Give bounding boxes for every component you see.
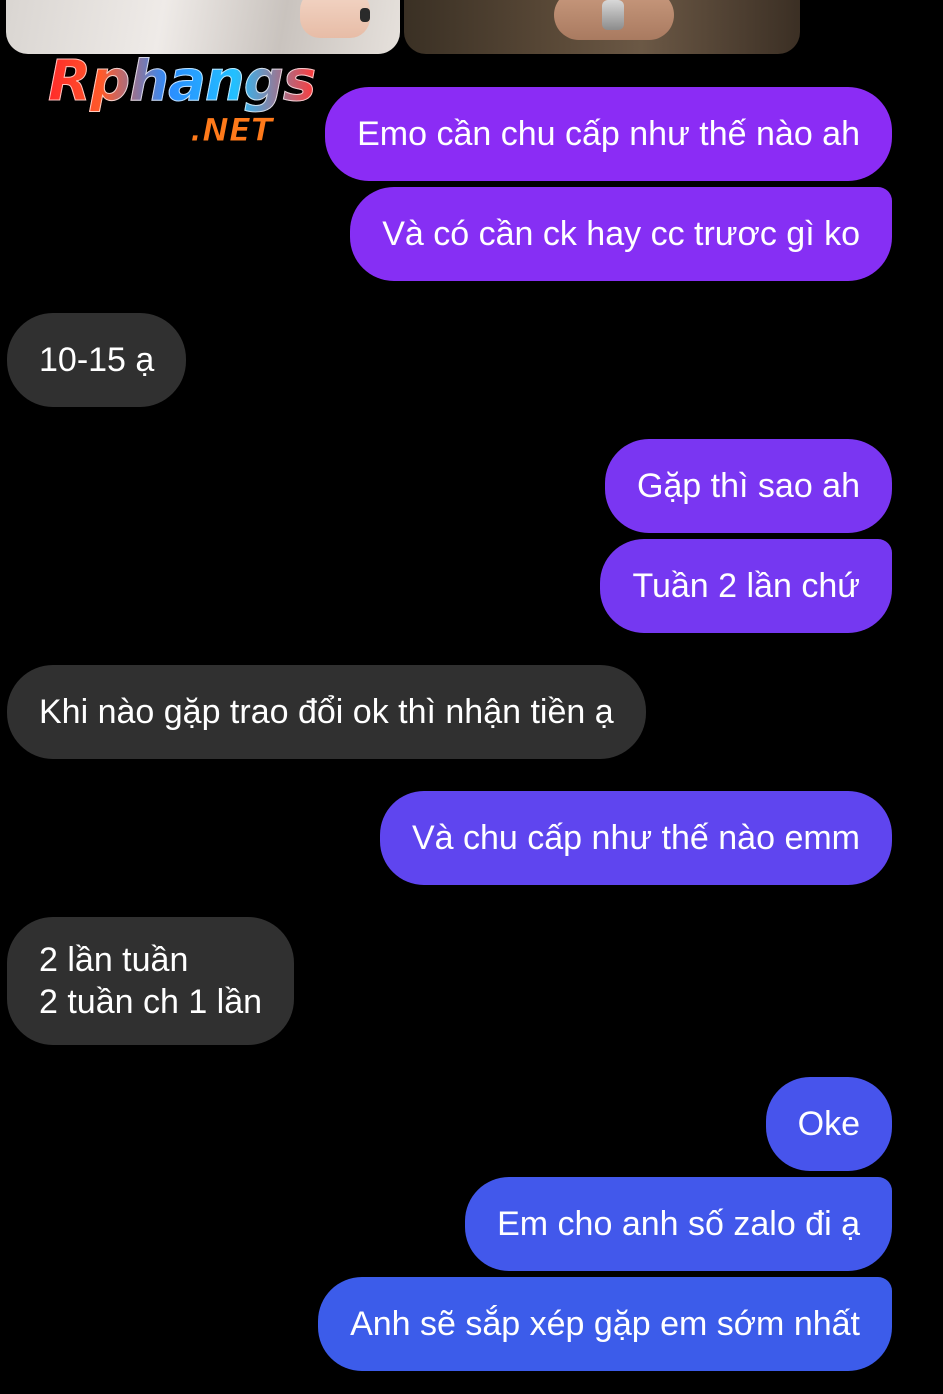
watermark-brand: Rphangs	[47, 49, 316, 114]
message-text: 10-15 ạ	[39, 341, 155, 379]
message-text-line: 2 lần tuần	[39, 941, 189, 979]
message-text: Khi nào gặp trao đổi ok thì nhận tiền ạ	[39, 693, 614, 731]
message-bubble-outgoing[interactable]: Em cho anh số zalo đi ạ	[465, 1177, 892, 1271]
message-bubble-outgoing[interactable]: Và có cần ck hay cc trươc gì ko	[350, 187, 892, 281]
message-bubble-outgoing[interactable]: Và chu cấp như thế nào emm	[379, 791, 892, 885]
message-text-line: 2 tuần ch 1 lần	[39, 983, 263, 1021]
watermark-logo: Rphangs .NET	[47, 49, 338, 152]
message-bubble-outgoing[interactable]: Emo cần chu cấp như thế nào ah	[325, 87, 892, 181]
watch-icon	[602, 0, 624, 30]
message-text: Oke	[797, 1105, 860, 1143]
watermark-suffix: .NET	[190, 111, 274, 149]
message-text: Em cho anh số zalo đi ạ	[497, 1205, 860, 1243]
message-text: Emo cần chu cấp như thế nào ah	[357, 115, 860, 153]
nail-shape	[360, 8, 370, 22]
message-bubble-incoming[interactable]: 2 lần tuần 2 tuần ch 1 lần	[7, 917, 295, 1045]
message-bubble-incoming[interactable]: Khi nào gặp trao đổi ok thì nhận tiền ạ	[7, 665, 646, 759]
photo-right[interactable]	[404, 0, 800, 54]
message-bubble-outgoing[interactable]: Tuần 2 lần chứ	[600, 539, 892, 633]
message-text: Và chu cấp như thế nào emm	[411, 819, 860, 857]
message-bubble-outgoing[interactable]: Anh sẽ sắp xép gặp em sớm nhất	[318, 1277, 892, 1371]
message-bubble-outgoing[interactable]: Oke	[765, 1077, 892, 1171]
message-bubble-outgoing[interactable]: Gặp thì sao ah	[604, 439, 892, 533]
photo-left[interactable]	[6, 0, 400, 54]
message-text: Gặp thì sao ah	[636, 467, 860, 505]
message-bubble-incoming[interactable]: 10-15 ạ	[7, 313, 187, 407]
message-text: Anh sẽ sắp xép gặp em sớm nhất	[350, 1305, 860, 1343]
message-text: Tuần 2 lần chứ	[632, 567, 860, 605]
message-text: Và có cần ck hay cc trươc gì ko	[382, 215, 860, 253]
